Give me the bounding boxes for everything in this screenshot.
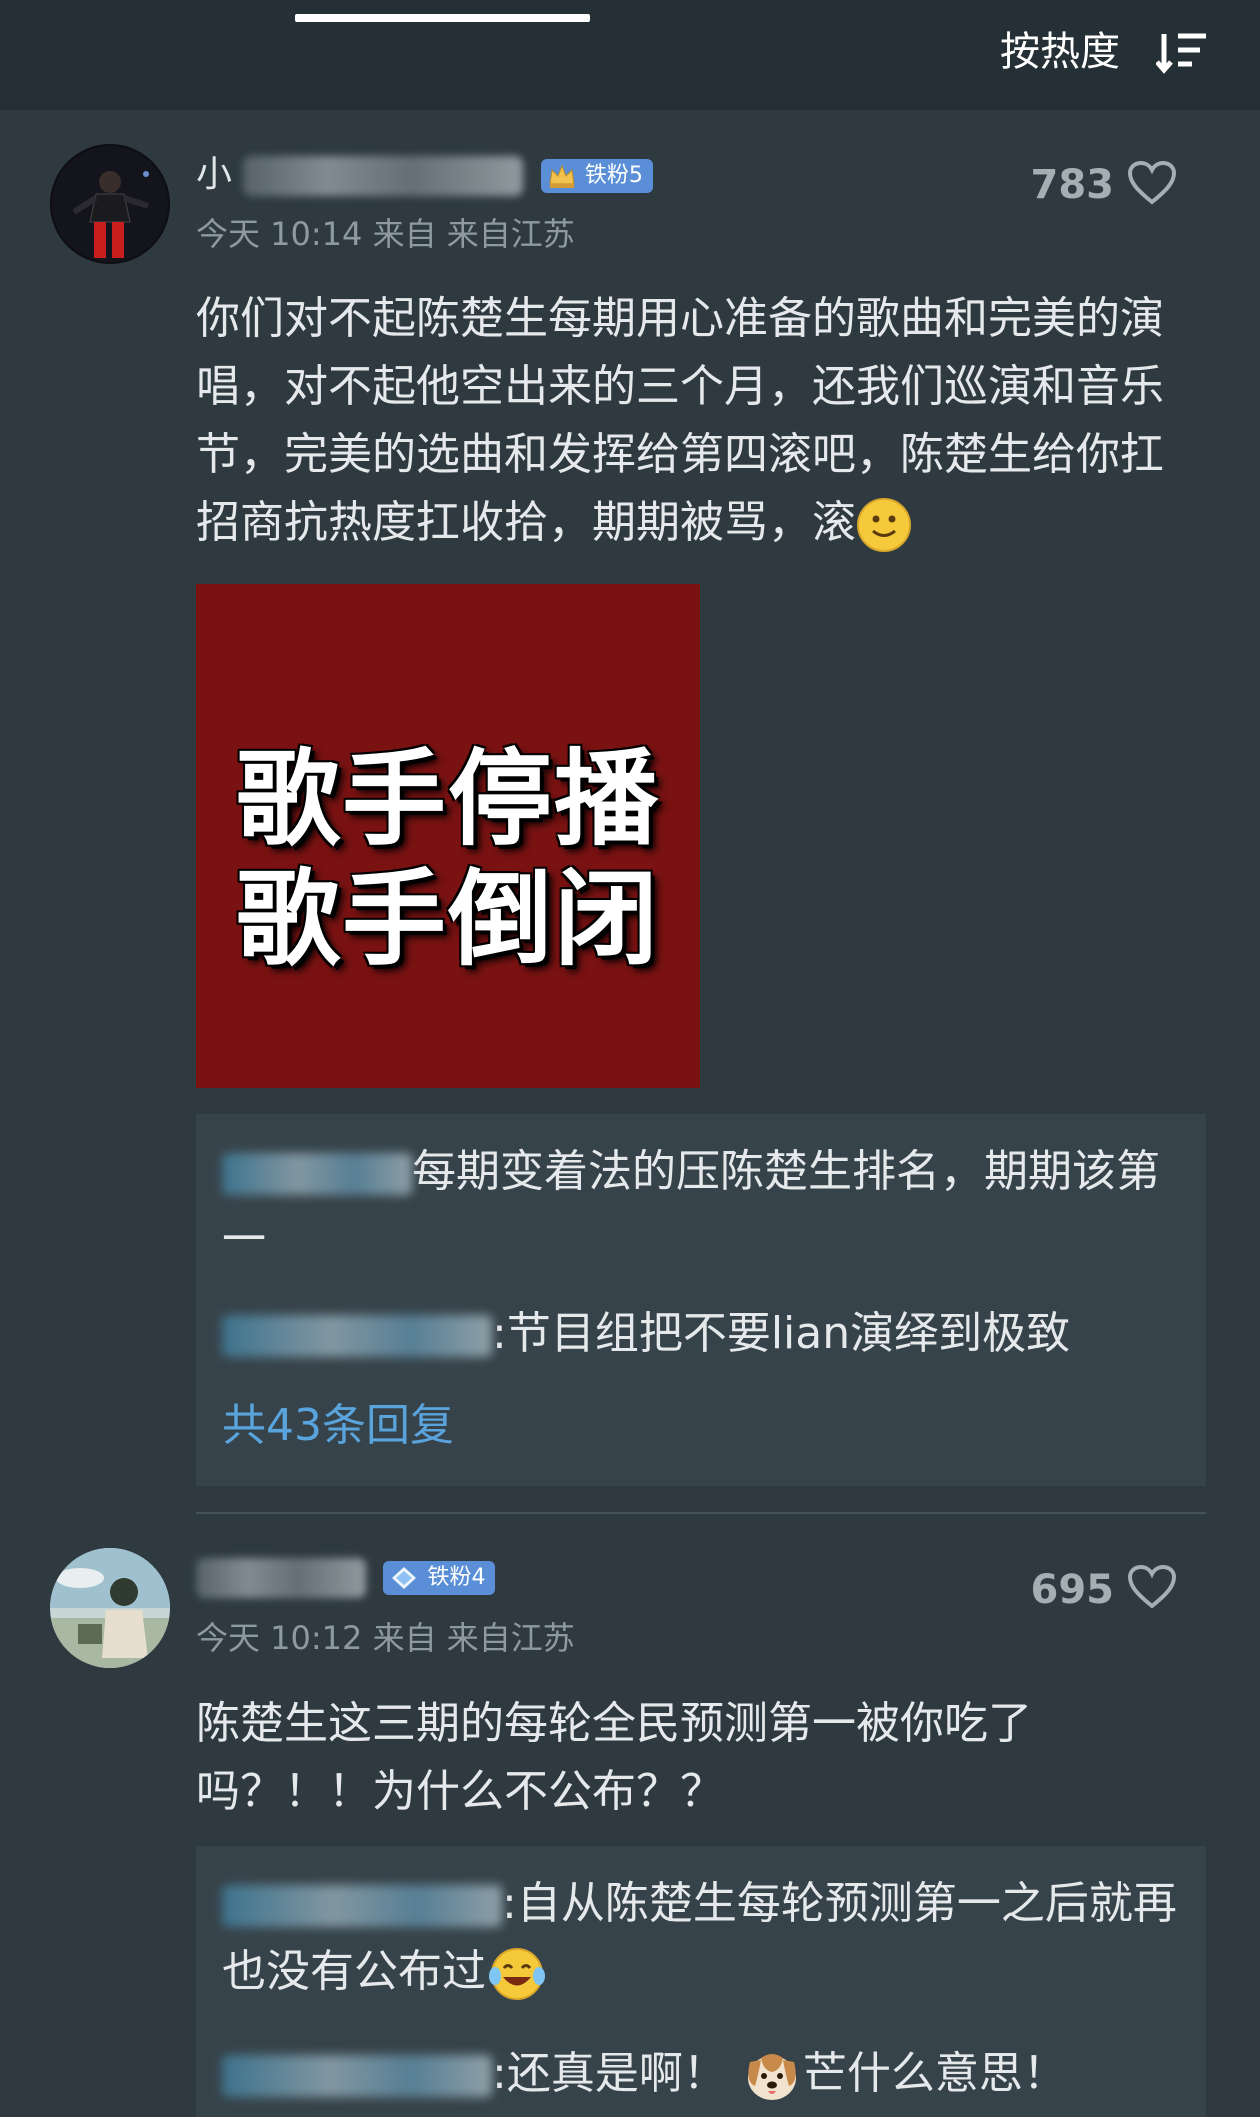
reply-text-after-emoji: 芒什么意思！	[802, 2048, 1067, 2099]
reply-text: :还真是啊！	[492, 2048, 727, 2099]
comment-text: 你们对不起陈楚生每期用心准备的歌曲和完美的演唱，对不起他空出来的三个月，还我们巡…	[196, 285, 1206, 557]
crown-icon	[549, 164, 575, 188]
comment-meta: 今天 10:14 来自 来自江苏	[196, 215, 575, 253]
comment-meta: 今天 10:12 来自 来自江苏	[196, 1619, 575, 1657]
username-visible-part: 小	[196, 154, 233, 195]
reply-username-blurred	[222, 1315, 492, 1357]
dog-emoji-icon	[747, 2054, 796, 2100]
username[interactable]: 小 铁粉5	[196, 150, 653, 200]
diamond-icon	[392, 1567, 417, 1589]
reply-item[interactable]: 每期变着法的压陈楚生排名，期期该第一	[222, 1138, 1182, 1274]
heart-icon[interactable]	[1127, 160, 1177, 206]
reply-text: :节目组把不要lian演绎到极致	[492, 1308, 1071, 1359]
like-count: 695	[1030, 1567, 1115, 1613]
top-bar: 按热度	[0, 0, 1260, 110]
username-blurred	[196, 1558, 366, 1598]
fan-badge-label: 铁粉5	[584, 163, 643, 188]
username[interactable]: 铁粉4	[196, 1552, 496, 1602]
divider	[196, 1512, 1206, 1514]
replies-box: :自从陈楚生每轮预测第一之后就再也没有公布过 :还真是啊！ 芒什么意思！	[196, 1846, 1206, 2117]
view-all-replies-link[interactable]: 共43条回复	[222, 1396, 454, 1456]
like-count: 783	[1030, 162, 1115, 208]
comment-text: 陈楚生这三期的每轮全民预测第一被你吃了吗？！！为什么不公布？？	[196, 1698, 1032, 1817]
reply-item[interactable]: :自从陈楚生每轮预测第一之后就再也没有公布过	[222, 1870, 1182, 2006]
avatar[interactable]	[50, 144, 170, 264]
heart-icon[interactable]	[1127, 1564, 1177, 1610]
reply-item[interactable]: :节目组把不要lian演绎到极致	[222, 1300, 1182, 1368]
fan-badge[interactable]: 铁粉5	[540, 159, 653, 193]
fan-badge-label: 铁粉4	[427, 1565, 486, 1590]
sort-icon[interactable]	[1156, 30, 1208, 74]
fan-badge[interactable]: 铁粉4	[383, 1561, 496, 1595]
sort-by-hot-button[interactable]: 按热度	[1000, 22, 1120, 82]
reply-username-blurred	[222, 1153, 412, 1195]
comment-text-content: 你们对不起陈楚生每期用心准备的歌曲和完美的演唱，对不起他空出来的三个月，还我们巡…	[196, 293, 1164, 548]
reply-username-blurred	[222, 1885, 502, 1927]
smile-emoji-icon	[857, 498, 911, 552]
laughing-crying-emoji-icon	[489, 1948, 545, 2000]
username-blurred	[243, 156, 524, 196]
tab-indicator	[295, 14, 590, 22]
image-text-line-2: 歌手倒闭	[235, 858, 660, 980]
avatar[interactable]	[50, 1548, 170, 1668]
replies-box: 每期变着法的压陈楚生排名，期期该第一 :节目组把不要lian演绎到极致 共43条…	[196, 1114, 1206, 1486]
reply-item[interactable]: :还真是啊！ 芒什么意思！	[222, 2040, 1182, 2108]
comment-image[interactable]: 歌手停播 歌手倒闭	[196, 584, 700, 1088]
reply-username-blurred	[222, 2055, 492, 2097]
